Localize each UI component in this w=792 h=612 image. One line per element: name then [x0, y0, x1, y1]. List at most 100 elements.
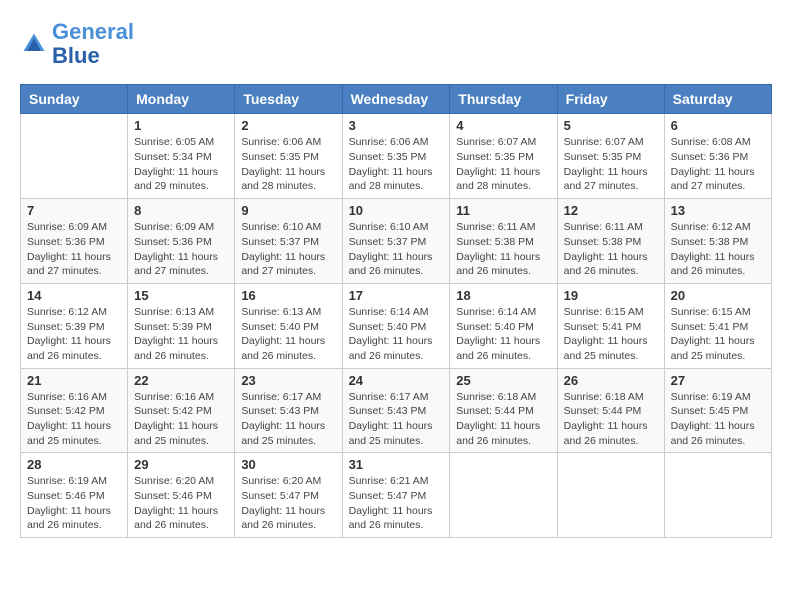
day-info: Sunrise: 6:13 AMSunset: 5:40 PMDaylight:…	[241, 305, 335, 364]
day-number: 30	[241, 457, 335, 472]
day-number: 4	[456, 118, 550, 133]
day-number: 10	[349, 203, 444, 218]
calendar-table: SundayMondayTuesdayWednesdayThursdayFrid…	[20, 84, 772, 538]
day-info: Sunrise: 6:15 AMSunset: 5:41 PMDaylight:…	[564, 305, 658, 364]
day-info: Sunrise: 6:15 AMSunset: 5:41 PMDaylight:…	[671, 305, 765, 364]
calendar-cell: 8 Sunrise: 6:09 AMSunset: 5:36 PMDaylight…	[128, 199, 235, 284]
day-info: Sunrise: 6:06 AMSunset: 5:35 PMDaylight:…	[349, 135, 444, 194]
day-info: Sunrise: 6:09 AMSunset: 5:36 PMDaylight:…	[134, 220, 228, 279]
calendar-cell: 25 Sunrise: 6:18 AMSunset: 5:44 PMDayligh…	[450, 368, 557, 453]
weekday-header-monday: Monday	[128, 85, 235, 114]
calendar-cell	[557, 453, 664, 538]
calendar-cell: 30 Sunrise: 6:20 AMSunset: 5:47 PMDayligh…	[235, 453, 342, 538]
day-number: 3	[349, 118, 444, 133]
day-info: Sunrise: 6:18 AMSunset: 5:44 PMDaylight:…	[564, 390, 658, 449]
day-number: 2	[241, 118, 335, 133]
calendar-cell: 20 Sunrise: 6:15 AMSunset: 5:41 PMDayligh…	[664, 283, 771, 368]
calendar-cell	[664, 453, 771, 538]
calendar-cell: 23 Sunrise: 6:17 AMSunset: 5:43 PMDayligh…	[235, 368, 342, 453]
calendar-week-1: 1 Sunrise: 6:05 AMSunset: 5:34 PMDaylight…	[21, 114, 772, 199]
day-info: Sunrise: 6:13 AMSunset: 5:39 PMDaylight:…	[134, 305, 228, 364]
calendar-cell: 7 Sunrise: 6:09 AMSunset: 5:36 PMDaylight…	[21, 199, 128, 284]
calendar-cell: 19 Sunrise: 6:15 AMSunset: 5:41 PMDayligh…	[557, 283, 664, 368]
calendar-cell: 21 Sunrise: 6:16 AMSunset: 5:42 PMDayligh…	[21, 368, 128, 453]
day-number: 31	[349, 457, 444, 472]
day-number: 18	[456, 288, 550, 303]
day-info: Sunrise: 6:20 AMSunset: 5:46 PMDaylight:…	[134, 474, 228, 533]
day-number: 27	[671, 373, 765, 388]
calendar-cell: 2 Sunrise: 6:06 AMSunset: 5:35 PMDaylight…	[235, 114, 342, 199]
day-number: 1	[134, 118, 228, 133]
calendar-cell: 27 Sunrise: 6:19 AMSunset: 5:45 PMDayligh…	[664, 368, 771, 453]
day-info: Sunrise: 6:19 AMSunset: 5:45 PMDaylight:…	[671, 390, 765, 449]
page-header: General Blue	[20, 20, 772, 68]
day-number: 19	[564, 288, 658, 303]
day-info: Sunrise: 6:08 AMSunset: 5:36 PMDaylight:…	[671, 135, 765, 194]
day-info: Sunrise: 6:17 AMSunset: 5:43 PMDaylight:…	[349, 390, 444, 449]
weekday-header-sunday: Sunday	[21, 85, 128, 114]
logo-text: General Blue	[52, 20, 134, 68]
day-info: Sunrise: 6:12 AMSunset: 5:38 PMDaylight:…	[671, 220, 765, 279]
day-info: Sunrise: 6:05 AMSunset: 5:34 PMDaylight:…	[134, 135, 228, 194]
calendar-cell: 18Sunrise: 6:14 AMSunset: 5:40 PMDayligh…	[450, 283, 557, 368]
calendar-week-4: 21 Sunrise: 6:16 AMSunset: 5:42 PMDayligh…	[21, 368, 772, 453]
day-number: 25	[456, 373, 550, 388]
calendar-cell	[21, 114, 128, 199]
weekday-header-thursday: Thursday	[450, 85, 557, 114]
calendar-cell	[450, 453, 557, 538]
calendar-week-2: 7 Sunrise: 6:09 AMSunset: 5:36 PMDaylight…	[21, 199, 772, 284]
calendar-cell: 6Sunrise: 6:08 AMSunset: 5:36 PMDaylight…	[664, 114, 771, 199]
day-info: Sunrise: 6:18 AMSunset: 5:44 PMDaylight:…	[456, 390, 550, 449]
calendar-cell: 17Sunrise: 6:14 AMSunset: 5:40 PMDayligh…	[342, 283, 450, 368]
day-info: Sunrise: 6:20 AMSunset: 5:47 PMDaylight:…	[241, 474, 335, 533]
day-number: 16	[241, 288, 335, 303]
day-number: 11	[456, 203, 550, 218]
day-number: 23	[241, 373, 335, 388]
calendar-cell: 3 Sunrise: 6:06 AMSunset: 5:35 PMDaylight…	[342, 114, 450, 199]
day-number: 13	[671, 203, 765, 218]
calendar-cell: 1 Sunrise: 6:05 AMSunset: 5:34 PMDaylight…	[128, 114, 235, 199]
calendar-cell: 14 Sunrise: 6:12 AMSunset: 5:39 PMDayligh…	[21, 283, 128, 368]
day-info: Sunrise: 6:16 AMSunset: 5:42 PMDaylight:…	[27, 390, 121, 449]
day-number: 12	[564, 203, 658, 218]
day-number: 7	[27, 203, 121, 218]
day-number: 20	[671, 288, 765, 303]
calendar-cell: 4 Sunrise: 6:07 AMSunset: 5:35 PMDaylight…	[450, 114, 557, 199]
weekday-header-friday: Friday	[557, 85, 664, 114]
calendar-cell: 24 Sunrise: 6:17 AMSunset: 5:43 PMDayligh…	[342, 368, 450, 453]
calendar-header-row: SundayMondayTuesdayWednesdayThursdayFrid…	[21, 85, 772, 114]
day-number: 5	[564, 118, 658, 133]
logo-icon	[20, 30, 48, 58]
day-number: 21	[27, 373, 121, 388]
calendar-cell: 11 Sunrise: 6:11 AMSunset: 5:38 PMDayligh…	[450, 199, 557, 284]
day-info: Sunrise: 6:07 AMSunset: 5:35 PMDaylight:…	[456, 135, 550, 194]
weekday-header-wednesday: Wednesday	[342, 85, 450, 114]
calendar-cell: 31 Sunrise: 6:21 AMSunset: 5:47 PMDayligh…	[342, 453, 450, 538]
calendar-week-5: 28Sunrise: 6:19 AMSunset: 5:46 PMDayligh…	[21, 453, 772, 538]
calendar-cell: 9Sunrise: 6:10 AMSunset: 5:37 PMDaylight…	[235, 199, 342, 284]
weekday-header-tuesday: Tuesday	[235, 85, 342, 114]
calendar-cell: 12Sunrise: 6:11 AMSunset: 5:38 PMDayligh…	[557, 199, 664, 284]
day-number: 8	[134, 203, 228, 218]
calendar-cell: 5 Sunrise: 6:07 AMSunset: 5:35 PMDaylight…	[557, 114, 664, 199]
day-info: Sunrise: 6:10 AMSunset: 5:37 PMDaylight:…	[349, 220, 444, 279]
day-info: Sunrise: 6:12 AMSunset: 5:39 PMDaylight:…	[27, 305, 121, 364]
day-number: 15	[134, 288, 228, 303]
day-info: Sunrise: 6:09 AMSunset: 5:36 PMDaylight:…	[27, 220, 121, 279]
day-info: Sunrise: 6:17 AMSunset: 5:43 PMDaylight:…	[241, 390, 335, 449]
day-info: Sunrise: 6:19 AMSunset: 5:46 PMDaylight:…	[27, 474, 121, 533]
day-number: 9	[241, 203, 335, 218]
day-info: Sunrise: 6:21 AMSunset: 5:47 PMDaylight:…	[349, 474, 444, 533]
weekday-header-saturday: Saturday	[664, 85, 771, 114]
day-number: 24	[349, 373, 444, 388]
day-info: Sunrise: 6:07 AMSunset: 5:35 PMDaylight:…	[564, 135, 658, 194]
calendar-cell: 16 Sunrise: 6:13 AMSunset: 5:40 PMDayligh…	[235, 283, 342, 368]
day-info: Sunrise: 6:14 AMSunset: 5:40 PMDaylight:…	[349, 305, 444, 364]
day-number: 22	[134, 373, 228, 388]
day-info: Sunrise: 6:06 AMSunset: 5:35 PMDaylight:…	[241, 135, 335, 194]
day-number: 14	[27, 288, 121, 303]
day-info: Sunrise: 6:11 AMSunset: 5:38 PMDaylight:…	[456, 220, 550, 279]
day-number: 29	[134, 457, 228, 472]
day-number: 26	[564, 373, 658, 388]
calendar-week-3: 14 Sunrise: 6:12 AMSunset: 5:39 PMDayligh…	[21, 283, 772, 368]
